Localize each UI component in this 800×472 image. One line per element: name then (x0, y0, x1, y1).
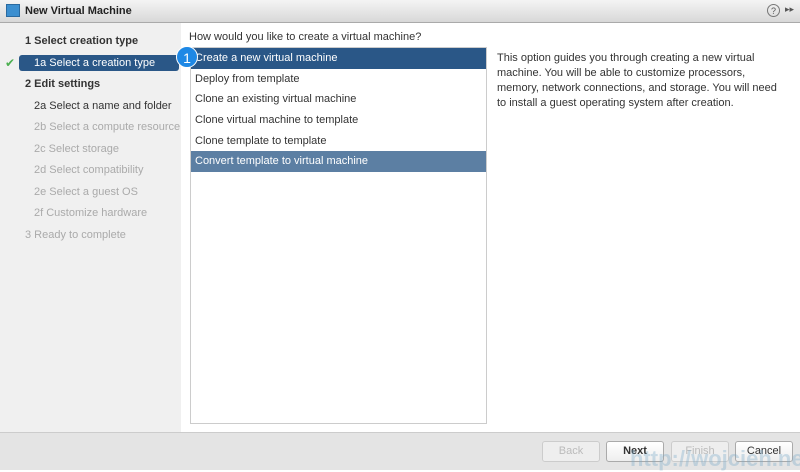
wizard-step: 2b Select a compute resource (34, 121, 181, 133)
creation-type-option[interactable]: Create a new virtual machine (191, 48, 486, 69)
wizard-step[interactable]: 1a Select a creation type (19, 54, 179, 71)
option-description: This option guides you through creating … (497, 52, 777, 109)
watermark: http://wojcieh.net (630, 446, 800, 471)
expand-icon[interactable]: ▸▸ (785, 4, 794, 15)
wizard-step[interactable]: 1 Select creation type (25, 35, 138, 47)
question-label: How would you like to create a virtual m… (189, 31, 422, 43)
creation-type-list: Create a new virtual machine Deploy from … (190, 47, 487, 424)
wizard-step[interactable]: 2 Edit settings (25, 78, 100, 90)
back-button[interactable]: Back (542, 441, 600, 462)
wizard-step: 2f Customize hardware (34, 207, 148, 219)
step-badge: 1 (176, 46, 198, 68)
wizard-step: 2c Select storage (34, 142, 119, 155)
window-title: New Virtual Machine (25, 5, 132, 17)
wizard-step: 3 Ready to complete (25, 228, 126, 241)
title-bar: New Virtual Machine ? ▸▸ (0, 0, 800, 23)
wizard-step: 2e Select a guest OS (34, 185, 138, 198)
wizard-step: 2d Select compatibility (34, 164, 144, 176)
check-icon: ✔ (5, 55, 16, 70)
creation-type-option[interactable]: Clone template to template (191, 131, 486, 152)
help-icon[interactable]: ? (767, 4, 780, 17)
creation-type-option[interactable]: Deploy from template (191, 69, 486, 90)
vm-icon (6, 4, 20, 17)
wizard-step[interactable]: 2a Select a name and folder (34, 100, 172, 112)
creation-type-option[interactable]: Convert template to virtual machine (191, 151, 486, 173)
creation-type-option[interactable]: Clone virtual machine to template (191, 110, 486, 131)
creation-type-option[interactable]: Clone an existing virtual machine (191, 89, 486, 110)
